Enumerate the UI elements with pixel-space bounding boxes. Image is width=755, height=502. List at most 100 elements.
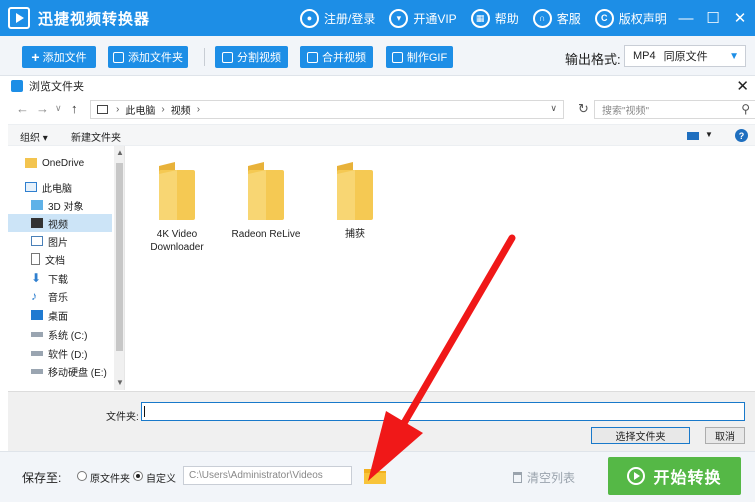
folder-name: Radeon ReLive — [231, 229, 301, 240]
add-file-button[interactable]: + 添加文件 — [22, 46, 96, 68]
drive-icon — [31, 368, 43, 374]
nav-item-label: 桌面 — [48, 311, 68, 323]
nav-item-documents[interactable]: 文档 — [8, 250, 112, 268]
back-arrow-icon[interactable]: ← — [16, 101, 29, 116]
nav-item-3d-objects[interactable]: 3D 对象 — [8, 196, 112, 214]
vip-link[interactable]: ▾ 开通VIP — [389, 8, 457, 28]
computer-icon — [25, 182, 37, 192]
breadcrumb-this-pc[interactable]: 此电脑 — [125, 102, 155, 117]
nav-item-desktop[interactable]: 桌面 — [8, 306, 112, 324]
folder-name-label: 文件夹: — [106, 412, 139, 423]
new-folder-button[interactable]: 新建文件夹 — [71, 129, 121, 144]
merge-icon — [307, 51, 318, 63]
close-button[interactable]: ✕ — [728, 6, 752, 30]
nav-item-label: 移动硬盘 (E:) — [48, 367, 107, 379]
refresh-icon[interactable]: ↻ — [578, 101, 589, 117]
browse-folder-icon[interactable] — [363, 465, 387, 485]
window-controls: — ☐ ✕ — [674, 0, 755, 36]
add-file-label: 添加文件 — [42, 52, 87, 64]
folder-name: 4K Video Downloader — [150, 229, 204, 253]
folder-item[interactable]: 捕获 — [310, 160, 400, 241]
select-folder-button[interactable]: 选择文件夹 — [591, 427, 690, 444]
minimize-button[interactable]: — — [674, 6, 698, 30]
help-link-label: 帮助 — [494, 11, 519, 26]
view-dropdown-icon[interactable]: ▼ — [705, 130, 713, 139]
scroll-thumb[interactable] — [116, 163, 123, 351]
folder-icon — [248, 162, 284, 220]
clear-list-button[interactable]: 清空列表 — [513, 469, 575, 486]
add-folder-button[interactable]: 添加文件夹 — [108, 46, 188, 68]
folder-item[interactable]: 4K Video Downloader — [132, 160, 222, 254]
browse-dialog-titlebar: 浏览文件夹 ✕ — [8, 76, 755, 96]
scroll-down-icon[interactable]: ▼ — [116, 378, 124, 387]
cancel-button[interactable]: 取消 — [705, 427, 745, 444]
output-path-input[interactable]: C:\Users\Administrator\Videos — [183, 466, 352, 485]
nav-item-label: 图片 — [48, 237, 68, 249]
nav-item-this-pc[interactable]: 此电脑 — [8, 178, 112, 196]
nav-item-music[interactable]: ♪ 音乐 — [8, 287, 112, 305]
help-grid-icon: ▦ — [470, 8, 490, 28]
gif-link-icon — [391, 51, 403, 63]
address-bar[interactable]: › 此电脑 › 视频 › ∨ — [90, 100, 564, 119]
copyright-link[interactable]: C 版权声明 — [594, 8, 667, 28]
output-format-select[interactable]: MP4 同原文件 ▼ — [624, 45, 746, 67]
drive-icon — [31, 350, 43, 356]
vip-cart-icon: ▾ — [389, 8, 409, 28]
dialog-close-icon[interactable]: ✕ — [736, 77, 749, 95]
make-gif-label: 制作GIF — [406, 52, 448, 64]
nav-item-onedrive[interactable]: OneDrive — [8, 154, 112, 172]
folder-item[interactable]: Radeon ReLive — [221, 160, 311, 241]
nav-item-drive-d[interactable]: 软件 (D:) — [8, 344, 112, 362]
headset-icon: ∩ — [532, 8, 552, 28]
radio-custom[interactable] — [133, 471, 143, 481]
start-convert-label: 开始转换 — [653, 470, 722, 487]
drive-icon — [31, 331, 43, 337]
nav-item-label: OneDrive — [42, 157, 85, 169]
folder-name: 捕获 — [345, 229, 365, 240]
nav-item-downloads[interactable]: ⬇ 下载 — [8, 269, 112, 287]
file-list: 4K Video Downloader Radeon ReLive 捕获 — [126, 146, 755, 390]
folder-name-input[interactable] — [141, 402, 745, 421]
breadcrumb-separator-icon: › — [161, 104, 165, 115]
scroll-up-icon[interactable]: ▲ — [116, 148, 124, 157]
make-gif-button[interactable]: 制作GIF — [386, 46, 453, 68]
split-video-button[interactable]: 分割视频 — [215, 46, 288, 68]
cube-icon — [31, 200, 43, 210]
up-arrow-icon[interactable]: ↑ — [71, 101, 78, 116]
header-links: ● 注册/登录 ▾ 开通VIP ▦ 帮助 ∩ 客服 C 版权声明 — [300, 0, 681, 36]
nav-item-label: 视频 — [48, 219, 68, 231]
nav-item-pictures[interactable]: 图片 — [8, 232, 112, 250]
service-link-label: 客服 — [556, 11, 581, 26]
maximize-button[interactable]: ☐ — [701, 6, 725, 30]
music-icon: ♪ — [31, 289, 37, 303]
search-icon: ⚲ — [741, 102, 750, 116]
nav-item-drive-e[interactable]: 移动硬盘 (E:) — [8, 362, 112, 380]
clear-list-label: 清空列表 — [527, 471, 576, 485]
search-input[interactable]: 搜索"视频" ⚲ — [594, 100, 755, 119]
help-link[interactable]: ▦ 帮助 — [470, 8, 519, 28]
nav-item-label: 软件 (D:) — [48, 349, 88, 361]
help-icon[interactable]: ? — [735, 129, 748, 142]
login-link[interactable]: ● 注册/登录 — [300, 8, 375, 28]
trash-icon — [513, 472, 522, 483]
nav-scrollbar[interactable]: ▲ ▼ — [114, 146, 124, 390]
computer-icon — [97, 105, 108, 114]
desktop-icon — [31, 310, 43, 320]
view-mode-icon[interactable] — [687, 132, 699, 140]
breadcrumb-videos[interactable]: 视频 — [171, 102, 191, 117]
save-to-label: 保存至: — [22, 471, 62, 485]
organize-menu[interactable]: 组织 ▾ — [20, 129, 48, 144]
address-dropdown-icon[interactable]: ∨ — [550, 103, 557, 114]
breadcrumb-separator-icon: › — [116, 104, 120, 115]
nav-item-videos[interactable]: 视频 — [8, 214, 112, 232]
output-format-value: MP4 — [633, 50, 656, 62]
service-link[interactable]: ∩ 客服 — [532, 8, 581, 28]
merge-video-label: 合并视频 — [322, 52, 366, 64]
nav-item-label: 此电脑 — [42, 183, 72, 195]
nav-item-drive-c[interactable]: 系统 (C:) — [8, 325, 112, 343]
forward-arrow-icon[interactable]: → — [36, 101, 49, 116]
start-convert-button[interactable]: 开始转换 — [608, 457, 741, 495]
radio-original-folder[interactable] — [77, 471, 87, 481]
recent-chevron-icon[interactable]: ∨ — [55, 103, 62, 114]
merge-video-button[interactable]: 合并视频 — [300, 46, 373, 68]
